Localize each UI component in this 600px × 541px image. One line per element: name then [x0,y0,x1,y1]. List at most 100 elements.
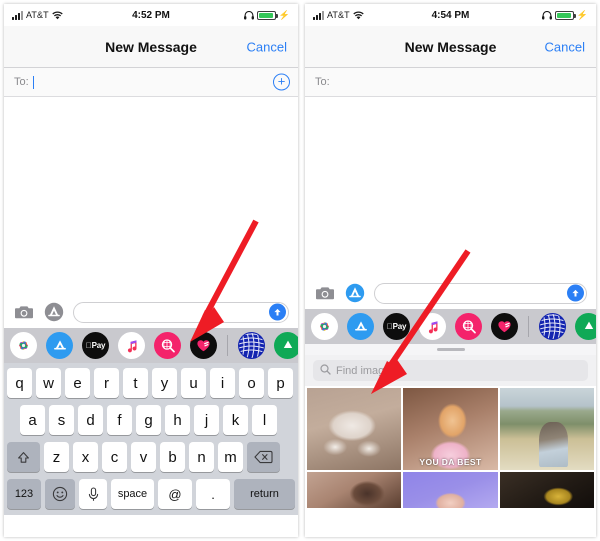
image-result-item[interactable] [499,388,594,470]
key-i[interactable]: i [210,368,235,398]
keyboard-row-2: a s d f g h j k l [7,405,295,435]
message-input-bar [305,277,596,309]
microphone-icon[interactable] [79,479,107,509]
key-w[interactable]: w [36,368,61,398]
digital-touch-heart-icon[interactable] [190,332,217,359]
key-f[interactable]: f [107,405,132,435]
key-k[interactable]: k [223,405,248,435]
plus-circle-icon[interactable]: + [273,73,290,91]
key-n[interactable]: n [189,442,214,472]
fingerprint-globe-icon[interactable] [238,332,265,359]
photos-icon[interactable] [10,332,37,359]
backspace-delete-icon[interactable] [247,442,280,472]
period-key[interactable]: . [196,479,230,509]
search-magnifier-icon [320,362,331,380]
key-s[interactable]: s [49,405,74,435]
navigation-bar: New Message Cancel [305,26,596,68]
cancel-button[interactable]: Cancel [247,39,287,54]
drag-handle-icon[interactable] [305,344,596,355]
drawer-divider [528,316,529,337]
keyboard-row-1: q w e r t y u i o p [7,368,295,398]
key-r[interactable]: r [94,368,119,398]
key-h[interactable]: h [165,405,190,435]
key-c[interactable]: c [102,442,127,472]
apple-pay-icon[interactable]: Pay [383,313,410,340]
battery-icon [554,10,576,20]
music-note-icon[interactable] [118,332,145,359]
message-text-field[interactable] [73,301,289,323]
app-store-icon[interactable] [344,282,366,304]
status-bar: AT&T 4:54 PM ⚡ [305,4,596,26]
key-y[interactable]: y [152,368,177,398]
drawer-divider [227,335,228,356]
text-caret [32,75,35,89]
app-store-icon[interactable] [347,313,374,340]
camera-icon[interactable] [13,301,35,323]
app-store-icon[interactable] [46,332,73,359]
keyboard-row-3: z x c v b n m [7,442,295,472]
navigation-bar: New Message Cancel [4,26,298,68]
image-result-item[interactable] [403,472,498,508]
image-result-item[interactable] [499,472,594,508]
recipient-field-row[interactable]: To: [305,68,596,97]
key-z[interactable]: z [44,442,69,472]
cancel-button[interactable]: Cancel [545,39,585,54]
image-result-item[interactable]: YOU DA BEST [403,388,498,470]
digital-touch-heart-icon[interactable] [491,313,518,340]
search-placeholder: Find images [336,364,396,377]
key-b[interactable]: b [160,442,185,472]
to-label: To: [14,76,29,88]
screenshot-canvas: AT&T 4:52 PM ⚡ New Message Cancel To: + … [0,0,600,541]
numeric-key[interactable]: 123 [7,479,41,509]
phone-screenshot-right: AT&T 4:54 PM ⚡ New Message Cancel To: Pa… [305,4,596,537]
photos-icon[interactable] [311,313,338,340]
send-arrow-up-icon[interactable] [567,284,584,302]
key-j[interactable]: j [194,405,219,435]
keyboard-row-4: 123 space @ . return [7,479,295,509]
key-t[interactable]: t [123,368,148,398]
key-p[interactable]: p [268,368,293,398]
status-bar: AT&T 4:52 PM ⚡ [4,4,298,26]
imessage-app-drawer[interactable]: Pay [305,309,596,344]
green-app-icon[interactable] [575,313,596,340]
key-a[interactable]: a [20,405,45,435]
conversation-area [4,97,298,296]
key-g[interactable]: g [136,405,161,435]
fingerprint-globe-icon[interactable] [539,313,566,340]
key-e[interactable]: e [65,368,90,398]
key-l[interactable]: l [252,405,277,435]
send-arrow-up-icon[interactable] [269,303,286,321]
camera-icon[interactable] [314,282,336,304]
smiley-face-icon[interactable] [45,479,75,509]
return-key[interactable]: return [234,479,295,509]
at-key[interactable]: @ [158,479,192,509]
image-result-item[interactable] [307,472,402,508]
images-search-icon[interactable] [154,332,181,359]
find-images-search-row[interactable]: Find images [305,355,596,386]
shift-up-arrow-icon[interactable] [7,442,40,472]
green-app-icon[interactable] [274,332,298,359]
key-q[interactable]: q [7,368,32,398]
key-m[interactable]: m [218,442,243,472]
key-v[interactable]: v [131,442,156,472]
image-results-grid[interactable]: YOU DA BEST [305,386,596,510]
apple-pay-label: Pay [389,322,407,331]
phone-screenshot-left: AT&T 4:52 PM ⚡ New Message Cancel To: + … [4,4,298,537]
music-note-icon[interactable] [419,313,446,340]
key-u[interactable]: u [181,368,206,398]
key-x[interactable]: x [73,442,98,472]
recipient-field-row[interactable]: To: + [4,68,298,97]
app-store-icon[interactable] [43,301,65,323]
search-input[interactable]: Find images [313,360,588,381]
virtual-keyboard[interactable]: q w e r t y u i o p a s d f g h j k l z … [4,363,298,515]
space-key[interactable]: space [111,479,154,509]
to-label: To: [315,76,330,88]
image-result-item[interactable] [307,388,402,470]
key-o[interactable]: o [239,368,264,398]
images-search-icon[interactable] [455,313,482,340]
key-d[interactable]: d [78,405,103,435]
message-text-field[interactable] [374,282,587,304]
imessage-app-drawer[interactable]: Pay [4,328,298,363]
page-title: New Message [105,38,197,55]
apple-pay-icon[interactable]: Pay [82,332,109,359]
